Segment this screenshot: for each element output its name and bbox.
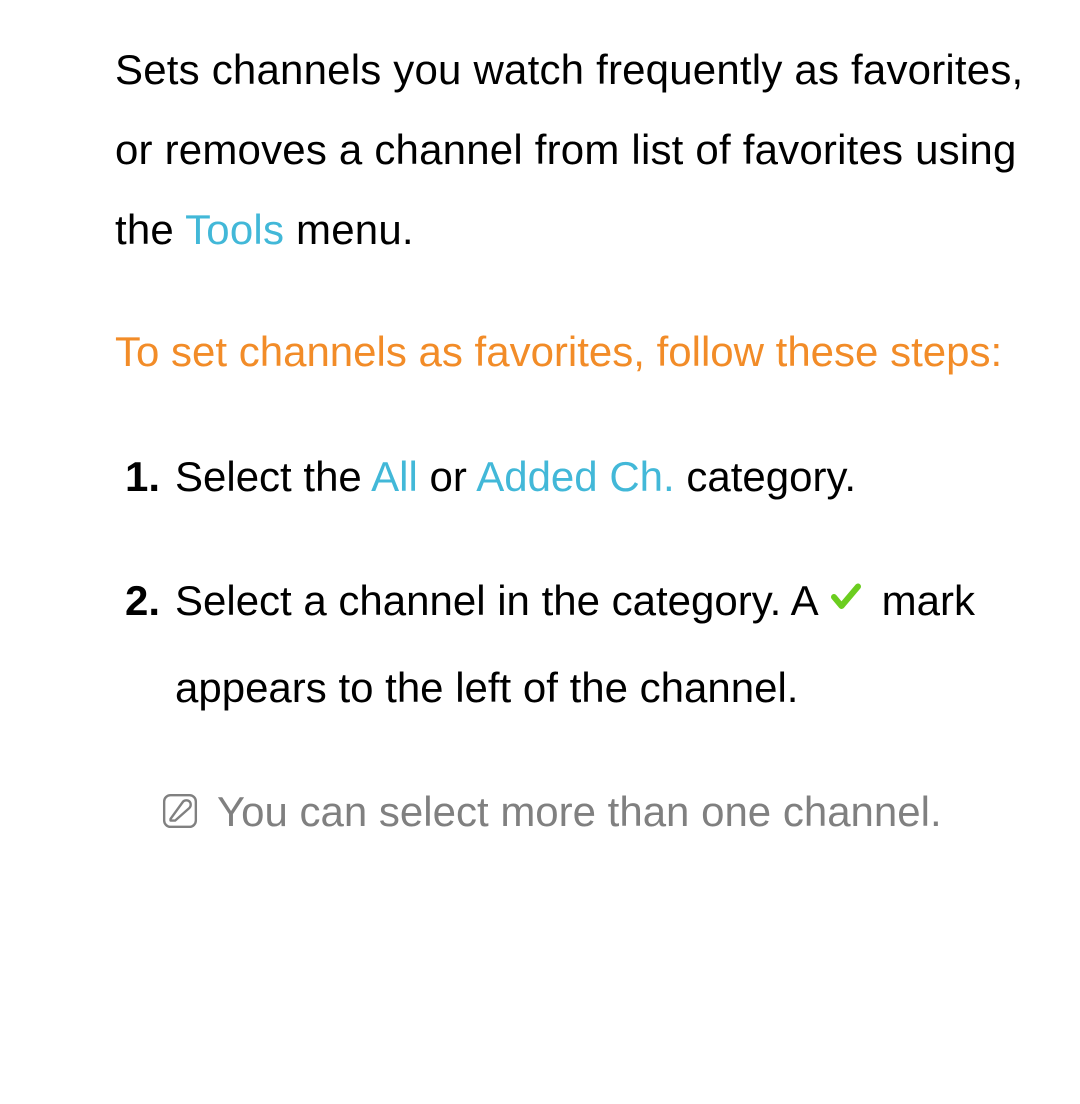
step-1-number: 1. — [125, 435, 175, 519]
intro-text-2: menu. — [284, 206, 414, 253]
step-2-text-a: Select a channel in the category. A — [175, 577, 828, 624]
step-2: 2. Select a channel in the category. A m… — [125, 559, 1050, 730]
step-1-text-a: Select the — [175, 453, 371, 500]
step-2-number: 2. — [125, 559, 175, 730]
step-2-content: Select a channel in the category. A mark… — [175, 559, 1050, 730]
note-block: You can select more than one channel. — [115, 770, 1050, 854]
step-1-content: Select the All or Added Ch. category. — [175, 435, 1050, 519]
added-ch-label: Added Ch. — [476, 453, 674, 500]
heading: To set channels as favorites, follow the… — [115, 311, 1050, 393]
step-1-text-b: or — [418, 453, 476, 500]
steps-list: 1. Select the All or Added Ch. category.… — [115, 435, 1050, 730]
all-label: All — [371, 453, 418, 500]
tools-label: Tools — [185, 206, 284, 253]
note-text: You can select more than one channel. — [217, 770, 1050, 854]
checkmark-icon — [828, 559, 870, 643]
note-icon — [161, 770, 217, 830]
step-1-text-c: category. — [675, 453, 856, 500]
step-1: 1. Select the All or Added Ch. category. — [125, 435, 1050, 519]
intro-paragraph: Sets channels you watch frequently as fa… — [115, 30, 1050, 269]
